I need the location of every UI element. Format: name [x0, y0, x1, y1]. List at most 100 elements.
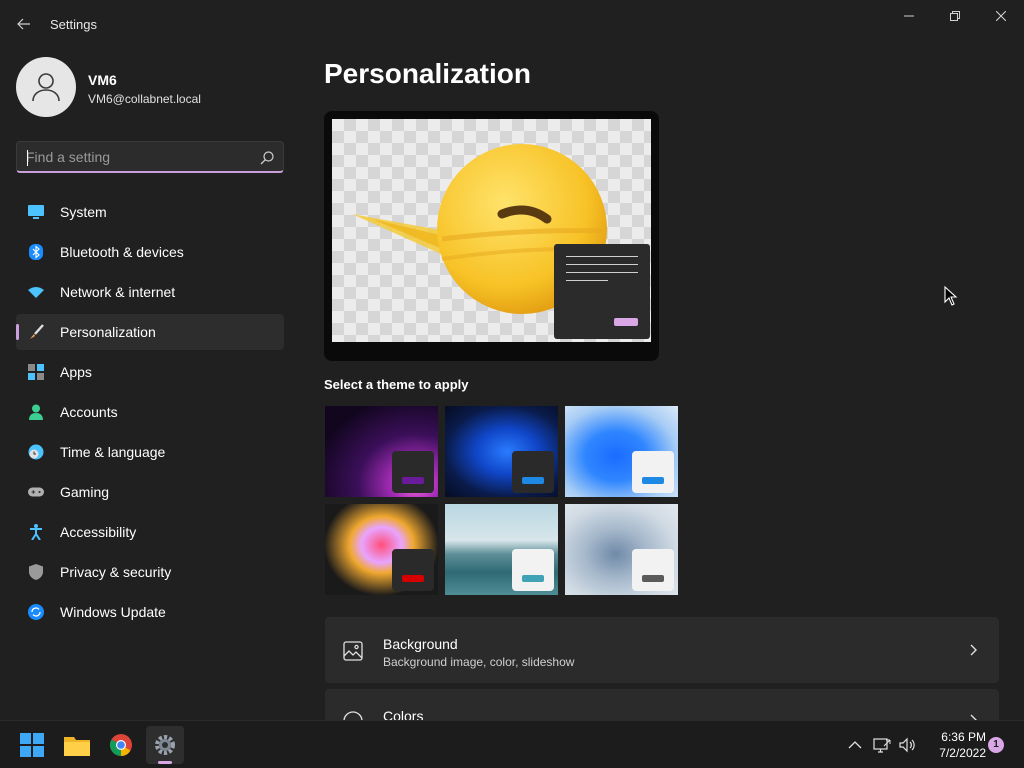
- volume-icon[interactable]: [898, 736, 916, 754]
- card-subtitle: Background image, color, slideshow: [383, 655, 575, 669]
- preview-line: [566, 280, 608, 281]
- close-button[interactable]: [978, 0, 1024, 32]
- theme-mini-window: [392, 451, 434, 493]
- taskbar-clock[interactable]: 6:36 PM 7/2/2022: [926, 729, 986, 761]
- sidebar-item-bluetooth[interactable]: Bluetooth & devices: [16, 234, 284, 270]
- bluetooth-icon: [28, 244, 44, 260]
- image-icon: [343, 641, 363, 661]
- notification-badge[interactable]: 1: [988, 737, 1004, 753]
- theme-tile[interactable]: [565, 406, 678, 497]
- sidebar-item-windows-update[interactable]: Windows Update: [16, 594, 284, 630]
- back-button[interactable]: [10, 12, 38, 36]
- colors-setting[interactable]: Colors: [325, 689, 999, 720]
- profile-email: VM6@collabnet.local: [88, 92, 201, 106]
- theme-mini-window: [632, 451, 674, 493]
- card-title: Background: [383, 636, 458, 652]
- network-icon[interactable]: [873, 736, 891, 754]
- minimize-button[interactable]: [886, 0, 932, 32]
- text-caret: [27, 150, 28, 166]
- sidebar-item-gaming[interactable]: Gaming: [16, 474, 284, 510]
- theme-accent-bar: [522, 477, 544, 484]
- restore-button[interactable]: [932, 0, 978, 32]
- brush-icon: [28, 324, 44, 340]
- sidebar-item-label: Gaming: [60, 484, 110, 500]
- active-app-indicator: [158, 761, 172, 764]
- monitor-icon: [28, 204, 44, 220]
- preview-button: [614, 318, 638, 326]
- person-icon: [32, 73, 60, 102]
- clock-time: 6:36 PM: [941, 730, 986, 744]
- file-explorer-button[interactable]: [58, 726, 96, 764]
- theme-mini-window: [512, 549, 554, 591]
- preview-line: [566, 272, 638, 273]
- sidebar-item-label: Accessibility: [60, 524, 137, 540]
- settings-taskbar-button[interactable]: [146, 726, 184, 764]
- wifi-icon: [28, 284, 44, 300]
- chevron-right-icon: [970, 714, 977, 720]
- user-profile[interactable]: VM6 VM6@collabnet.local: [16, 57, 296, 117]
- windows-logo-icon: [20, 733, 44, 757]
- title-bar: Settings: [0, 0, 1024, 48]
- sidebar-item-accounts[interactable]: Accounts: [16, 394, 284, 430]
- sidebar-item-accessibility[interactable]: Accessibility: [16, 514, 284, 550]
- app-title: Settings: [50, 17, 97, 32]
- theme-preview: [324, 111, 659, 361]
- sidebar-item-time-language[interactable]: Time & language: [16, 434, 284, 470]
- search-box[interactable]: [16, 141, 284, 173]
- theme-tile[interactable]: [325, 406, 438, 497]
- close-icon: [996, 11, 1006, 21]
- theme-accent-bar: [522, 575, 544, 582]
- sidebar-item-label: Time & language: [60, 444, 166, 460]
- sidebar-item-privacy[interactable]: Privacy & security: [16, 554, 284, 590]
- sidebar-item-label: Windows Update: [60, 604, 166, 620]
- sidebar-item-system[interactable]: System: [16, 194, 284, 230]
- palette-icon: [343, 711, 363, 720]
- shield-icon: [28, 564, 44, 580]
- update-icon: [28, 604, 44, 620]
- arrow-left-icon: [17, 18, 30, 30]
- sidebar-item-network[interactable]: Network & internet: [16, 274, 284, 310]
- background-setting[interactable]: Background Background image, color, slid…: [325, 617, 999, 683]
- theme-mini-window: [392, 549, 434, 591]
- desktop-preview: [332, 119, 651, 342]
- sidebar-item-apps[interactable]: Apps: [16, 354, 284, 390]
- accessibility-icon: [28, 524, 44, 540]
- sidebar-item-label: Personalization: [60, 324, 156, 340]
- page-title: Personalization: [324, 58, 531, 89]
- search-icon[interactable]: [259, 150, 275, 166]
- taskbar: 6:36 PM 7/2/2022 1: [0, 720, 1024, 768]
- minimize-icon: [904, 15, 914, 17]
- gear-icon: [155, 735, 175, 755]
- sidebar-item-label: Network & internet: [60, 284, 176, 300]
- theme-tile[interactable]: [565, 504, 678, 595]
- search-input[interactable]: [26, 148, 246, 166]
- restore-icon: [950, 11, 960, 21]
- theme-tile[interactable]: [445, 504, 558, 595]
- card-title: Colors: [383, 708, 424, 720]
- profile-name: VM6: [88, 72, 117, 88]
- avatar: [16, 57, 76, 117]
- chrome-button[interactable]: [102, 726, 140, 764]
- sidebar-nav: System Bluetooth & devices Network & int…: [16, 194, 284, 634]
- sidebar-item-label: System: [60, 204, 107, 220]
- sidebar-item-label: Accounts: [60, 404, 118, 420]
- theme-tile[interactable]: [325, 504, 438, 595]
- folder-icon: [64, 737, 90, 756]
- theme-mini-window: [512, 451, 554, 493]
- preview-line: [566, 264, 638, 265]
- preview-line: [566, 256, 638, 257]
- chevron-up-icon[interactable]: [846, 736, 864, 754]
- themes-label: Select a theme to apply: [324, 377, 469, 392]
- theme-accent-bar: [642, 477, 664, 484]
- theme-accent-bar: [402, 575, 424, 582]
- theme-tile[interactable]: [445, 406, 558, 497]
- theme-mini-window: [632, 549, 674, 591]
- mouse-pointer-icon: [944, 286, 958, 306]
- sidebar-item-label: Apps: [60, 364, 92, 380]
- clock-date: 7/2/2022: [939, 746, 986, 760]
- person-icon: [28, 404, 44, 420]
- controller-icon: [28, 484, 44, 500]
- theme-accent-bar: [642, 575, 664, 582]
- start-button[interactable]: [13, 726, 51, 764]
- sidebar-item-personalization[interactable]: Personalization: [16, 314, 284, 350]
